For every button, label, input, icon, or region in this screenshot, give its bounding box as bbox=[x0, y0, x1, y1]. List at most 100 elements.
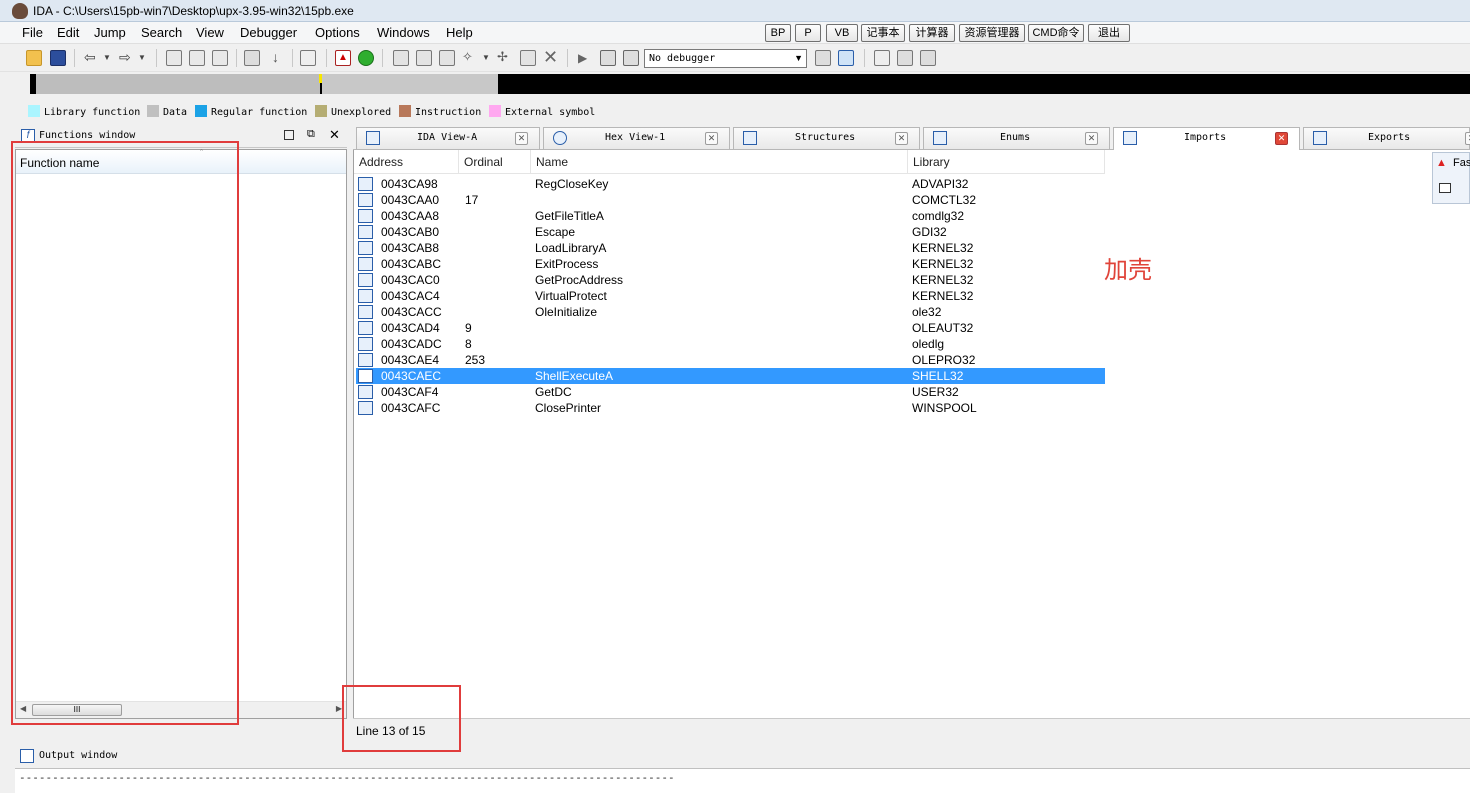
address-column-header[interactable]: Address bbox=[354, 150, 459, 174]
breakpoint-list-icon[interactable] bbox=[874, 50, 890, 66]
menu-windows[interactable]: Windows bbox=[377, 25, 430, 40]
make-code-icon[interactable] bbox=[393, 50, 409, 66]
save-icon[interactable] bbox=[50, 50, 66, 66]
tab-structures[interactable]: Structures ✕ bbox=[733, 127, 920, 149]
menu-search[interactable]: Search bbox=[141, 25, 182, 40]
library-cell: SHELL32 bbox=[912, 369, 964, 383]
cmd-button[interactable]: CMD命令 bbox=[1028, 24, 1084, 42]
array-dropdown-icon[interactable]: ▼ bbox=[482, 50, 498, 66]
output-window-title: Output window bbox=[39, 750, 118, 761]
table-row[interactable]: 0043CAC4 VirtualProtect KERNEL32 bbox=[356, 288, 1105, 304]
search-text-icon[interactable] bbox=[189, 50, 205, 66]
output-window[interactable]: ----------------------------------------… bbox=[15, 768, 1470, 793]
back-arrow-icon[interactable]: ⇦ bbox=[84, 50, 100, 66]
tab-imports[interactable]: Imports ✕ bbox=[1113, 127, 1300, 151]
tab-hex-view-1[interactable]: Hex View-1 ✕ bbox=[543, 127, 730, 149]
menu-options[interactable]: Options bbox=[315, 25, 360, 40]
functions-window-title: Functions window bbox=[39, 130, 136, 141]
table-row[interactable]: 0043CADC 8 oledlg bbox=[356, 336, 1105, 352]
notepad-button[interactable]: 记事本 bbox=[861, 24, 905, 42]
name-column-header[interactable]: Name bbox=[531, 150, 908, 174]
output-window-titlebar: Output window bbox=[15, 746, 1470, 768]
close-icon[interactable]: ✕ bbox=[1085, 132, 1098, 145]
debugger-select[interactable]: No debugger ▼ bbox=[644, 49, 807, 68]
tab-ida-view-a[interactable]: IDA View-A ✕ bbox=[356, 127, 540, 149]
open-file-icon[interactable] bbox=[26, 50, 42, 66]
table-row[interactable]: 0043CAA8 GetFileTitleA comdlg32 bbox=[356, 208, 1105, 224]
navigation-band[interactable] bbox=[30, 74, 1470, 94]
table-row[interactable]: 0043CABC ExitProcess KERNEL32 bbox=[356, 256, 1105, 272]
imports-view[interactable]: Address Ordinal Name Library 0043CA98 Reg… bbox=[353, 150, 1470, 718]
close-icon[interactable]: ✕ bbox=[1275, 132, 1288, 145]
ordinal-column-header[interactable]: Ordinal bbox=[459, 150, 531, 174]
start-process-icon[interactable]: ▶ bbox=[578, 50, 594, 66]
library-column-header[interactable]: Library bbox=[908, 150, 1105, 174]
table-row[interactable]: 0043CAD4 9 OLEAUT32 bbox=[356, 320, 1105, 336]
tab-enums[interactable]: Enums ✕ bbox=[923, 127, 1110, 149]
find-icon[interactable] bbox=[300, 50, 316, 66]
menu-edit[interactable]: Edit bbox=[57, 25, 79, 40]
table-row[interactable]: 0043CA98 RegCloseKey ADVAPI32 bbox=[356, 176, 1105, 192]
jump-down-icon[interactable]: ↓ bbox=[272, 50, 288, 66]
window-icon[interactable] bbox=[1439, 183, 1451, 193]
make-data-icon[interactable] bbox=[416, 50, 432, 66]
pause-process-icon[interactable] bbox=[600, 50, 616, 66]
search-binary-icon[interactable] bbox=[166, 50, 182, 66]
table-row[interactable]: 0043CAFC ClosePrinter WINSPOOL bbox=[356, 400, 1105, 416]
close-icon[interactable]: ✕ bbox=[329, 127, 340, 143]
float-icon[interactable]: ⧉ bbox=[307, 128, 315, 141]
add-breakpoint-icon[interactable] bbox=[897, 50, 913, 66]
warning-icon[interactable]: ▲ bbox=[335, 50, 351, 66]
search-immediate-icon[interactable] bbox=[212, 50, 228, 66]
legend-swatch bbox=[195, 105, 207, 117]
table-row[interactable]: 0043CACC OleInitialize ole32 bbox=[356, 304, 1105, 320]
table-row[interactable]: 0043CAEC ShellExecuteA SHELL32 bbox=[356, 368, 1105, 384]
bp-button[interactable]: BP bbox=[765, 24, 791, 42]
library-cell: ole32 bbox=[912, 305, 942, 319]
menu-help[interactable]: Help bbox=[446, 25, 473, 40]
trace-icon[interactable] bbox=[838, 50, 854, 66]
table-row[interactable]: 0043CAB8 LoadLibraryA KERNEL32 bbox=[356, 240, 1105, 256]
p-button[interactable]: P bbox=[795, 24, 821, 42]
menu-file[interactable]: File bbox=[22, 25, 43, 40]
table-row[interactable]: 0043CAE4 253 OLEPRO32 bbox=[356, 352, 1105, 368]
explorer-button[interactable]: 资源管理器 bbox=[959, 24, 1025, 42]
table-row[interactable]: 0043CAA0 17 COMCTL32 bbox=[356, 192, 1105, 208]
create-function-icon[interactable]: ✢ bbox=[497, 50, 513, 66]
menu-view[interactable]: View bbox=[196, 25, 224, 40]
library-cell: KERNEL32 bbox=[912, 241, 974, 255]
close-icon[interactable]: ✕ bbox=[515, 132, 528, 145]
table-row[interactable]: 0043CAC0 GetProcAddress KERNEL32 bbox=[356, 272, 1105, 288]
exit-button[interactable]: 退出 bbox=[1088, 24, 1130, 42]
ida-app-icon bbox=[12, 3, 28, 19]
fast-widget[interactable]: ▲ Fas bbox=[1432, 152, 1470, 204]
restore-icon[interactable] bbox=[284, 130, 294, 140]
make-string-icon[interactable] bbox=[439, 50, 455, 66]
annotation-box-status bbox=[342, 685, 461, 752]
table-row[interactable]: 0043CAF4 GetDC USER32 bbox=[356, 384, 1105, 400]
attach-process-icon[interactable] bbox=[815, 50, 831, 66]
make-array-icon[interactable]: ✧ bbox=[462, 50, 478, 66]
close-icon[interactable]: ✕ bbox=[705, 132, 718, 145]
forward-arrow-icon[interactable]: ⇨ bbox=[119, 50, 135, 66]
forward-dropdown-icon[interactable]: ▼ bbox=[138, 50, 154, 66]
green-circle-icon[interactable] bbox=[358, 50, 374, 66]
import-entry-icon bbox=[358, 401, 373, 415]
close-icon[interactable]: ✕ bbox=[895, 132, 908, 145]
stop-process-icon[interactable] bbox=[623, 50, 639, 66]
delete-breakpoint-icon[interactable] bbox=[920, 50, 936, 66]
undefine-icon[interactable]: ✕ bbox=[543, 48, 559, 66]
chevron-down-icon[interactable]: ▼ bbox=[794, 50, 803, 67]
address-cell: 0043CACC bbox=[381, 305, 442, 319]
back-dropdown-icon[interactable]: ▼ bbox=[103, 50, 119, 66]
close-icon[interactable]: ✕ bbox=[1465, 132, 1470, 145]
tab-exports[interactable]: Exports ✕ bbox=[1303, 127, 1470, 149]
menu-jump[interactable]: Jump bbox=[94, 25, 126, 40]
navband-cursor bbox=[319, 74, 322, 83]
vb-button[interactable]: VB bbox=[826, 24, 858, 42]
calculator-button[interactable]: 计算器 bbox=[909, 24, 955, 42]
menu-debugger[interactable]: Debugger bbox=[240, 25, 297, 40]
edit-function-icon[interactable] bbox=[520, 50, 536, 66]
reanalyze-icon[interactable] bbox=[244, 50, 260, 66]
table-row[interactable]: 0043CAB0 Escape GDI32 bbox=[356, 224, 1105, 240]
